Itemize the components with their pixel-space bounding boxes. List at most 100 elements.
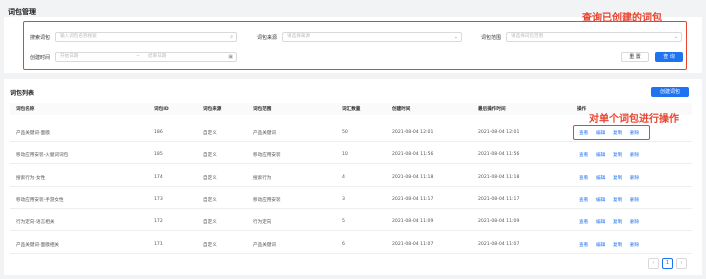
delete-link[interactable]: 删除	[630, 242, 639, 248]
table-cell-scope: 产品关键词	[253, 131, 276, 136]
calendar-icon[interactable]: ▣	[228, 53, 233, 61]
table-cell-updated: 2021-08-04 11:56	[478, 152, 520, 158]
edit-link[interactable]: 编辑	[596, 175, 605, 181]
table-cell-created: 2021-08-04 12:01	[392, 130, 434, 135]
source-placeholder: 请选择来源	[287, 34, 310, 39]
search-annotation: 查询已创建的词包	[582, 13, 662, 24]
column-header-updated: 最后操作时间	[478, 107, 506, 112]
column-header-name: 词包名称	[16, 107, 35, 112]
table-cell-name: 产品关键词-面膜	[16, 131, 50, 136]
view-link[interactable]: 查看	[579, 197, 588, 203]
table-cell-name: 产品关键词-面膜相关	[16, 242, 60, 248]
ops-highlight-box	[573, 125, 650, 140]
delete-link[interactable]: 删除	[630, 175, 639, 181]
column-header-ops: 操作	[577, 107, 587, 112]
table-cell-name: 搜索行为-女性	[16, 175, 46, 181]
row-divider	[10, 207, 692, 209]
table-cell-updated: 2021-08-04 12:01	[478, 130, 520, 135]
table-cell-name: 移动应用安装-手游女性	[16, 197, 64, 203]
column-header-id: 词包ID	[154, 107, 169, 112]
view-link[interactable]: 查看	[579, 242, 588, 248]
table-cell-source: 自定义	[203, 197, 217, 203]
table-cell-updated: 2021-08-04 11:09	[478, 219, 520, 225]
edit-link[interactable]: 编辑	[596, 197, 605, 203]
scope-select[interactable]: 请选择词包范围 ⌄	[506, 32, 682, 42]
scope-placeholder: 请选择词包范围	[511, 34, 544, 39]
table-cell-count: 6	[342, 241, 345, 247]
edit-link[interactable]: 编辑	[596, 152, 605, 158]
table-cell-created: 2021-08-04 11:17	[392, 196, 434, 202]
ops-annotation: 对单个词包进行操作	[589, 114, 679, 125]
table-cell-created: 2021-08-04 11:09	[392, 219, 434, 225]
copy-link[interactable]: 复制	[613, 219, 622, 225]
table-cell-scope: 产品关键词	[253, 242, 276, 248]
table-cell-created: 2021-08-04 11:07	[392, 241, 434, 247]
view-link[interactable]: 查看	[579, 175, 588, 181]
table-cell-count: 4	[342, 174, 345, 180]
row-divider	[10, 185, 692, 187]
table-cell-source: 自定义	[203, 175, 217, 181]
table-cell-id: 185	[154, 152, 163, 158]
view-link[interactable]: 查看	[579, 152, 588, 158]
keyword-input[interactable]: 输入词包名称搜索 ⌕	[55, 32, 237, 42]
start-date-placeholder: 开始日期	[60, 54, 79, 59]
keyword-placeholder: 输入词包名称搜索	[60, 34, 97, 39]
table-cell-created: 2021-08-04 11:56	[392, 152, 434, 158]
source-label: 词包来源	[257, 35, 278, 41]
table-cell-scope: 移动应用安装	[253, 153, 281, 159]
delete-link[interactable]: 删除	[630, 197, 639, 203]
range-separator: ~	[136, 54, 140, 59]
delete-link[interactable]: 删除	[630, 219, 639, 225]
table-cell-updated: 2021-08-04 11:07	[478, 241, 520, 247]
table-cell-count: 50	[342, 130, 348, 135]
search-highlight-box	[23, 21, 687, 70]
scope-label: 词包范围	[481, 35, 502, 41]
next-page-button[interactable]: ›	[676, 258, 687, 269]
column-header-scope: 词包范围	[253, 107, 272, 112]
chevron-down-icon: ⌄	[673, 34, 678, 40]
page-1-button[interactable]: 1	[662, 258, 673, 269]
row-divider	[10, 252, 692, 254]
table-cell-name: 行为定向-语言相关	[16, 220, 55, 226]
edit-link[interactable]: 编辑	[596, 219, 605, 225]
table-cell-source: 自定义	[203, 153, 217, 159]
row-divider	[10, 163, 692, 165]
delete-link[interactable]: 删除	[630, 152, 639, 158]
edit-link[interactable]: 编辑	[596, 242, 605, 248]
table-cell-scope: 移动应用安装	[253, 197, 281, 203]
reset-button[interactable]: 重 置	[621, 52, 649, 62]
view-link[interactable]: 查看	[579, 219, 588, 225]
column-header-count: 词汇数量	[342, 107, 361, 112]
table-cell-id: 186	[154, 130, 163, 135]
copy-link[interactable]: 复制	[613, 197, 622, 203]
table-cell-id: 172	[154, 219, 163, 225]
page-title: 词包管理	[8, 8, 36, 16]
end-date-placeholder: 结束日期	[148, 54, 167, 59]
table-cell-name: 移动应用安装-火腿词词包	[16, 153, 69, 159]
column-header-source: 词包来源	[203, 107, 222, 112]
list-title: 词包列表	[10, 90, 35, 97]
created-label: 创建时间	[30, 55, 51, 61]
prev-page-button[interactable]: ‹	[648, 258, 659, 269]
copy-link[interactable]: 复制	[613, 242, 622, 248]
table-cell-source: 自定义	[203, 220, 217, 226]
search-icon[interactable]: ⌕	[230, 33, 233, 41]
keyword-label: 搜索词包	[30, 35, 51, 41]
table-cell-count: 10	[342, 152, 348, 158]
source-select[interactable]: 请选择来源 ⌄	[282, 32, 462, 42]
create-wordpack-button[interactable]: 创建词包	[651, 87, 689, 97]
copy-link[interactable]: 复制	[613, 152, 622, 158]
date-range-picker[interactable]: 开始日期 ~ 结束日期 ▣	[55, 52, 237, 62]
table-cell-scope: 行为定向	[253, 220, 272, 226]
row-divider	[10, 141, 692, 142]
column-header-created: 创建时间	[392, 107, 411, 112]
table-cell-created: 2021-08-04 11:18	[392, 174, 434, 180]
query-button[interactable]: 查 询	[655, 52, 683, 62]
copy-link[interactable]: 复制	[613, 175, 622, 181]
table-cell-count: 3	[342, 196, 345, 202]
chevron-down-icon: ⌄	[453, 34, 458, 40]
table-cell-count: 5	[342, 219, 345, 225]
table-cell-updated: 2021-08-04 11:17	[478, 196, 520, 202]
table-cell-source: 自定义	[203, 242, 217, 248]
table-cell-updated: 2021-08-04 11:18	[478, 174, 520, 180]
